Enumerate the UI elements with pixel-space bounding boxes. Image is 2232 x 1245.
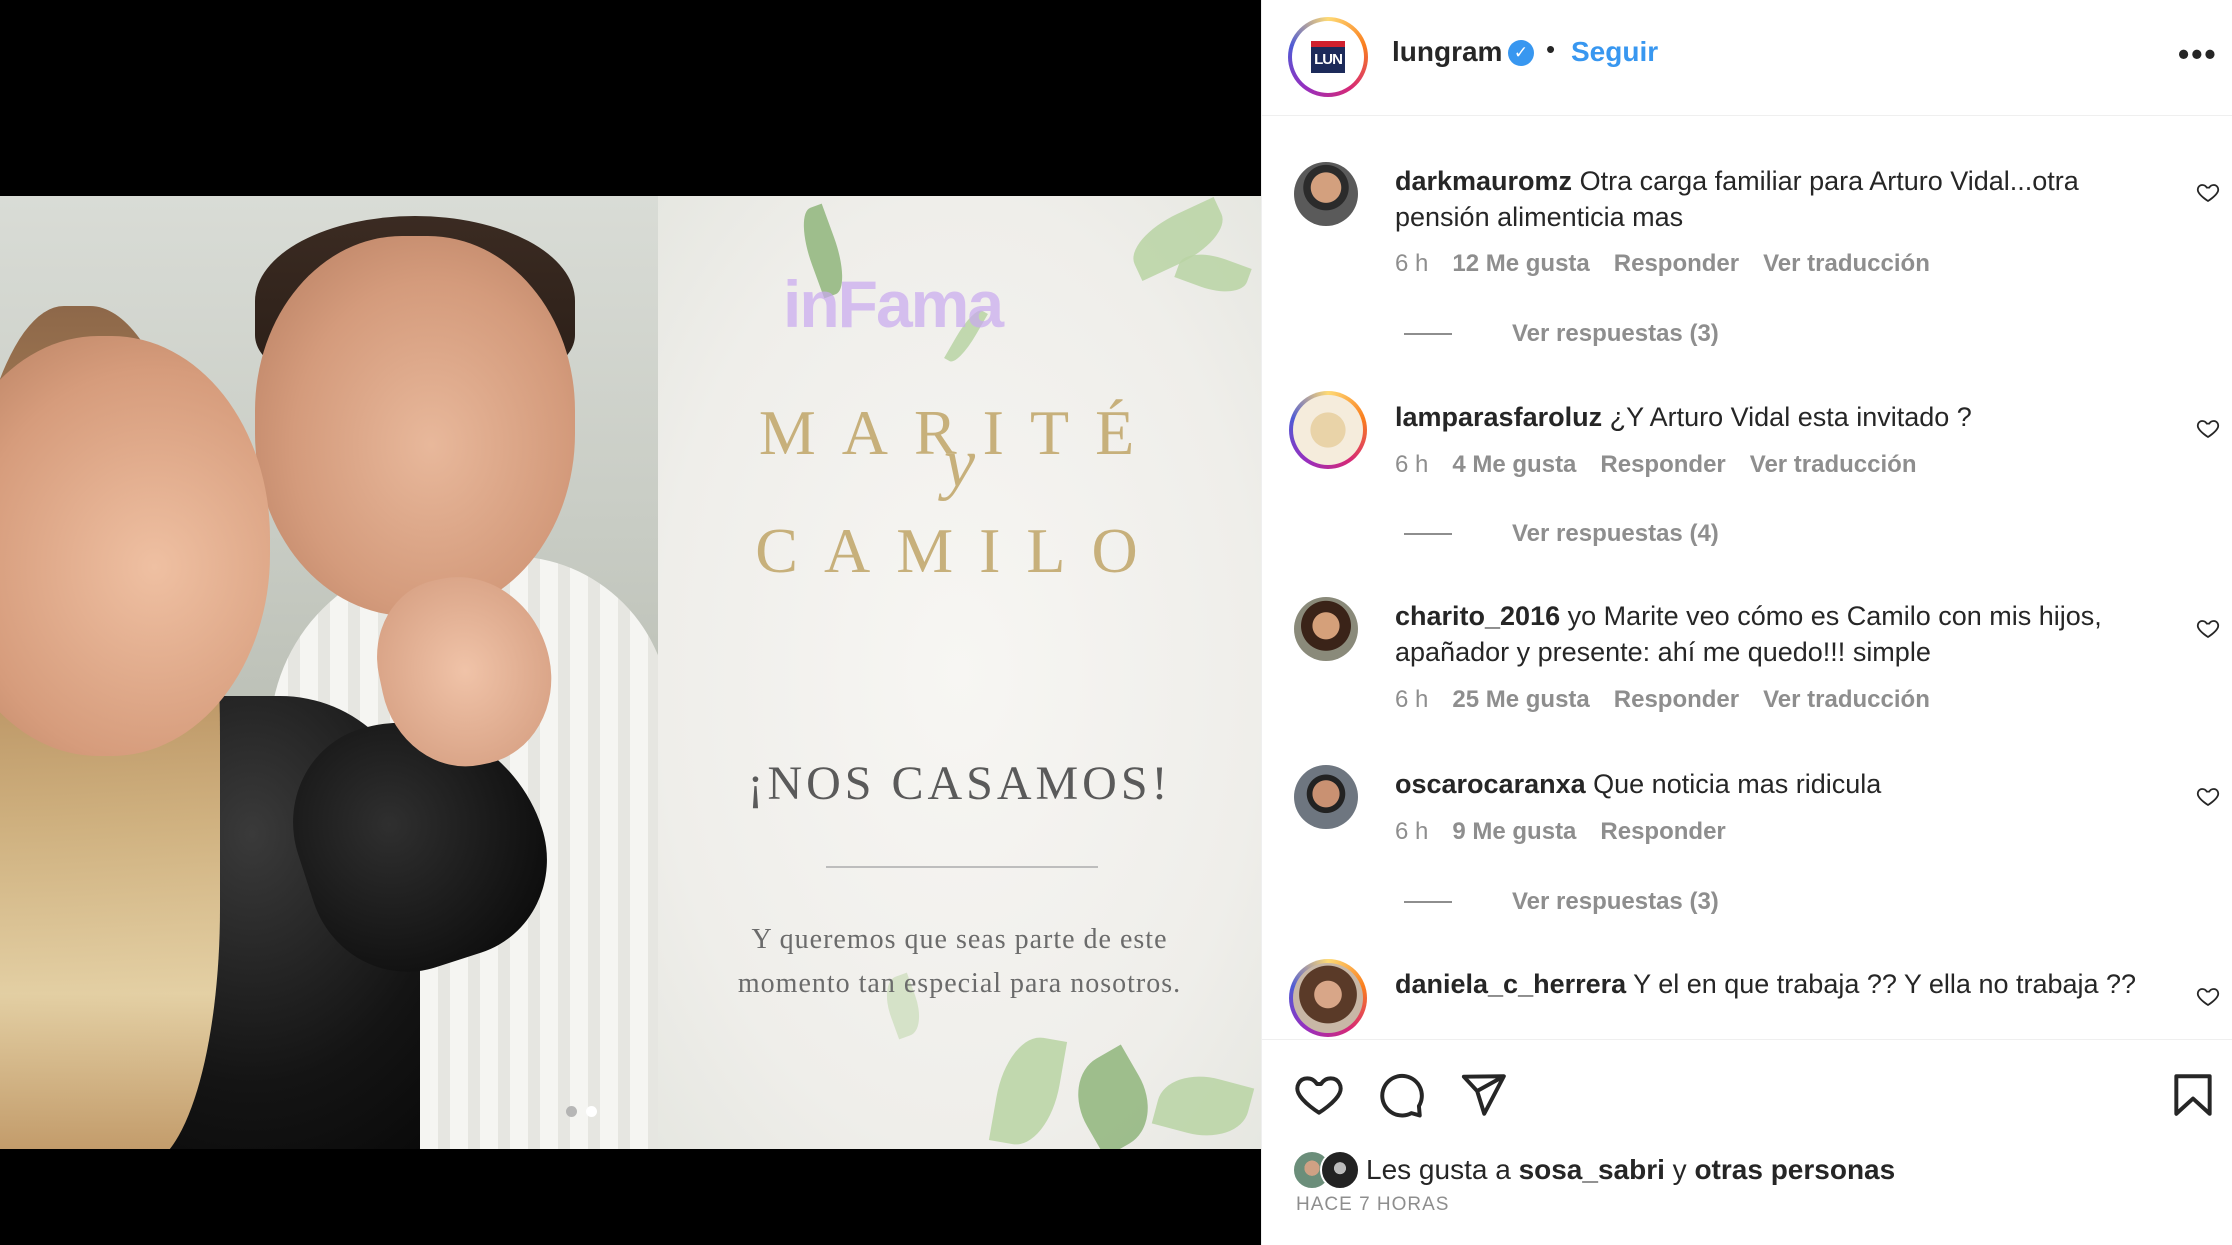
likes-and: y (1672, 1154, 1687, 1185)
comment-likes[interactable]: 9 Me gusta (1452, 818, 1576, 846)
view-replies-button[interactable]: Ver respuestas (3) (1404, 320, 1719, 348)
watermark-logo: inFama (783, 267, 1004, 341)
comment-heart-icon[interactable] (2196, 416, 2220, 440)
comment-text: ¿Y Arturo Vidal esta invitado ? (1609, 402, 1972, 432)
comment-heart-icon[interactable] (2196, 180, 2220, 204)
comment-username[interactable]: charito_2016 (1395, 601, 1560, 631)
lun-logo: LUN (1311, 41, 1345, 73)
post-username[interactable]: lungram (1392, 36, 1502, 68)
couple-photo (0, 196, 658, 1149)
comment-icon[interactable] (1376, 1070, 1426, 1120)
comment-username[interactable]: daniela_c_herrera (1395, 969, 1626, 999)
comment-time[interactable]: 6 h (1395, 250, 1428, 278)
reply-button[interactable]: Responder (1600, 818, 1725, 846)
comment-likes[interactable]: 12 Me gusta (1452, 250, 1589, 278)
liker-username[interactable]: sosa_sabri (1519, 1154, 1665, 1185)
comment-username[interactable]: lamparasfaroluz (1395, 402, 1602, 432)
reply-button[interactable]: Responder (1600, 451, 1725, 479)
carousel-image[interactable]: inFama MARITÉ y CAMILO ¡NOS CASAMOS! Y q… (0, 196, 1261, 1149)
carousel-dot-active[interactable] (586, 1106, 597, 1117)
card-name-bottom: CAMILO (755, 515, 1164, 586)
comment-heart-icon[interactable] (2196, 616, 2220, 640)
comment-text: Y el en que trabaja ?? Y ella no trabaja… (1633, 969, 2137, 999)
post-timestamp[interactable]: HACE 7 HORAS (1296, 1194, 1449, 1216)
comment-likes[interactable]: 25 Me gusta (1452, 686, 1589, 714)
comment-time[interactable]: 6 h (1395, 818, 1428, 846)
header-separator: • (1546, 34, 1556, 64)
comment-time[interactable]: 6 h (1395, 686, 1428, 714)
wedding-invitation-card: inFama MARITÉ y CAMILO ¡NOS CASAMOS! Y q… (658, 196, 1261, 1149)
card-subtitle: Y queremos que seas parte de este moment… (737, 924, 1182, 999)
comment-username[interactable]: oscarocaranxa (1395, 769, 1586, 799)
post-actions: Les gusta a sosa_sabri y otras personas … (1262, 1039, 2232, 1245)
translate-button[interactable]: Ver traducción (1763, 250, 1930, 278)
likes-summary: Les gusta a sosa_sabri y otras personas (1292, 1148, 1895, 1192)
reply-button[interactable]: Responder (1614, 686, 1739, 714)
card-name-y: y (943, 425, 976, 502)
send-icon[interactable] (1458, 1070, 1508, 1120)
comments-list[interactable]: darkmauromz Otra carga familiar para Art… (1262, 116, 2232, 1039)
comment-text: Que noticia mas ridicula (1593, 769, 1882, 799)
carousel-dot[interactable] (566, 1106, 577, 1117)
bookmark-icon[interactable] (2168, 1070, 2218, 1120)
more-options-icon[interactable]: ••• (2178, 36, 2218, 73)
comment-likes[interactable]: 4 Me gusta (1452, 451, 1576, 479)
comment-meta: 6 h 25 Me gusta Responder Ver traducción (1395, 686, 1954, 714)
liker-avatar[interactable] (1320, 1150, 1360, 1190)
verified-badge-icon: ✓ (1508, 40, 1534, 66)
profile-avatar[interactable]: LUN (1288, 17, 1368, 97)
card-divider (826, 866, 1098, 868)
carousel-indicator (566, 1106, 597, 1117)
view-replies-button[interactable]: Ver respuestas (4) (1404, 520, 1719, 548)
comment-meta: 6 h 12 Me gusta Responder Ver traducción (1395, 250, 1954, 278)
reply-button[interactable]: Responder (1614, 250, 1739, 278)
commenter-avatar[interactable] (1294, 765, 1358, 829)
comment-time[interactable]: 6 h (1395, 451, 1428, 479)
card-title: ¡NOS CASAMOS! (747, 757, 1172, 810)
comment-username[interactable]: darkmauromz (1395, 166, 1572, 196)
comment-meta: 6 h 9 Me gusta Responder (1395, 818, 1750, 846)
heart-icon[interactable] (1294, 1070, 1344, 1120)
comment-heart-icon[interactable] (2196, 784, 2220, 808)
translate-button[interactable]: Ver traducción (1763, 686, 1930, 714)
follow-button[interactable]: Seguir (1571, 36, 1658, 68)
likes-prefix: Les gusta a (1366, 1154, 1511, 1185)
post-header: LUN lungram ✓ • Seguir ••• (1262, 0, 2232, 116)
comment-meta: 6 h 4 Me gusta Responder Ver traducción (1395, 451, 1941, 479)
translate-button[interactable]: Ver traducción (1750, 451, 1917, 479)
post-sidebar: LUN lungram ✓ • Seguir ••• darkmauromz O… (1261, 0, 2232, 1245)
commenter-avatar[interactable] (1289, 959, 1367, 1037)
other-likers-link[interactable]: otras personas (1694, 1154, 1895, 1185)
comment-heart-icon[interactable] (2196, 984, 2220, 1008)
commenter-avatar[interactable] (1294, 597, 1358, 661)
commenter-avatar[interactable] (1294, 162, 1358, 226)
view-replies-button[interactable]: Ver respuestas (3) (1404, 888, 1719, 916)
commenter-avatar[interactable] (1289, 391, 1367, 469)
post-media: inFama MARITÉ y CAMILO ¡NOS CASAMOS! Y q… (0, 0, 1261, 1245)
